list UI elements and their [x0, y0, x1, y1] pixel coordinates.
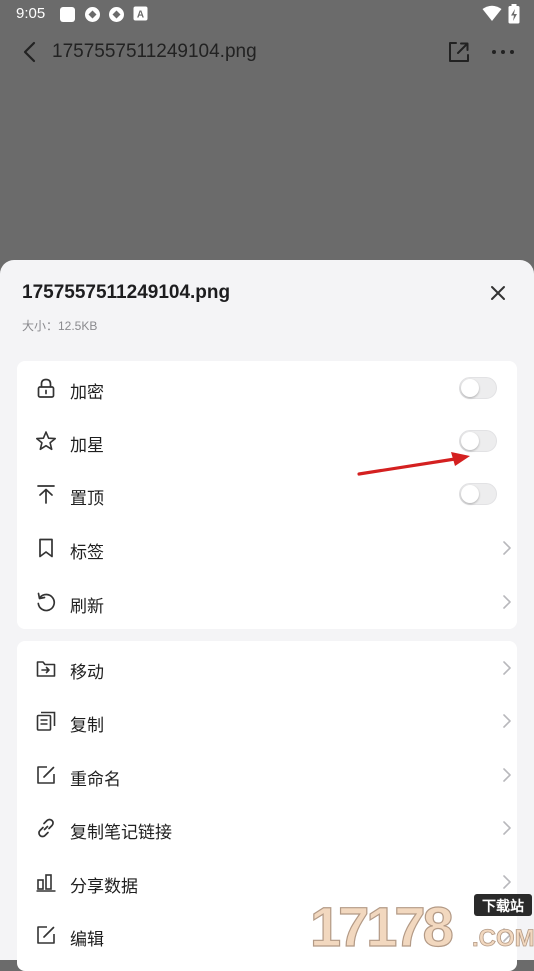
top-app-bar: 1757557511249104.png — [0, 28, 534, 76]
rename-icon — [37, 766, 55, 784]
chevron-right-icon — [503, 541, 511, 555]
chevron-right-icon — [503, 714, 511, 728]
file-options-sheet: 1757557511249104.png 大小：12.5KB 加密 加星 置顶 … — [0, 260, 534, 971]
notification-badge-icon: A — [133, 6, 148, 21]
chevron-right-icon — [503, 661, 511, 675]
file-size: 大小：12.5KB — [22, 319, 98, 333]
option-copy[interactable]: 复制 — [17, 694, 517, 747]
option-label: 编辑 — [70, 930, 104, 949]
sync-icon — [109, 7, 124, 22]
file-title: 1757557511249104.png — [52, 41, 257, 62]
annotation-arrow-icon — [357, 452, 470, 476]
toggle-knob — [461, 485, 479, 503]
star-icon — [36, 431, 56, 451]
watermark-number: 17178 — [310, 895, 453, 950]
option-label: 加星 — [70, 436, 104, 455]
lock-icon — [37, 378, 55, 398]
option-label: 复制笔记链接 — [70, 823, 172, 842]
pin-top-icon — [37, 485, 55, 504]
edit-share-button[interactable] — [446, 39, 472, 65]
wifi-icon — [482, 5, 502, 21]
app-notification-icon — [60, 7, 75, 22]
option-label: 重命名 — [70, 770, 121, 789]
option-refresh[interactable]: 刷新 — [17, 575, 517, 628]
link-icon — [38, 818, 54, 838]
notification-badge-label: A — [137, 10, 144, 21]
copy-icon — [36, 711, 56, 731]
bookmark-icon — [39, 538, 53, 558]
option-label: 分享数据 — [70, 877, 138, 896]
option-move[interactable]: 移动 — [17, 641, 517, 694]
chevron-right-icon — [503, 595, 511, 609]
site-watermark: 17178 下载站 .COM — [310, 894, 534, 950]
status-time: 9:05 — [16, 5, 46, 22]
option-label: 标签 — [70, 543, 104, 562]
option-label: 置顶 — [70, 489, 104, 508]
option-label: 移动 — [70, 663, 104, 682]
pin-top-toggle[interactable] — [459, 483, 497, 505]
watermark-suffix: .COM — [472, 925, 534, 950]
option-label: 加密 — [70, 383, 104, 402]
option-rename[interactable]: 重命名 — [17, 748, 517, 801]
watermark-badge: 下载站 — [482, 898, 524, 915]
sheet-title: 1757557511249104.png — [22, 282, 231, 303]
move-icon — [36, 661, 56, 677]
option-label: 复制 — [70, 716, 104, 735]
edit-icon — [37, 926, 55, 944]
option-tags[interactable]: 标签 — [17, 521, 517, 574]
status-bar: 9:05 A — [0, 0, 534, 28]
chevron-right-icon — [503, 821, 511, 835]
chart-icon — [36, 874, 56, 892]
toggle-knob — [461, 379, 479, 397]
more-button[interactable] — [490, 40, 516, 64]
refresh-icon — [37, 592, 56, 612]
option-copy-note-link[interactable]: 复制笔记链接 — [17, 801, 517, 854]
battery-charging-icon — [508, 4, 520, 24]
chevron-right-icon — [503, 768, 511, 782]
sync-icon — [85, 7, 100, 22]
encrypt-toggle[interactable] — [459, 377, 497, 399]
option-encrypt[interactable]: 加密 — [17, 361, 517, 414]
close-button[interactable] — [486, 281, 510, 305]
option-label: 刷新 — [70, 597, 104, 616]
back-button[interactable] — [18, 38, 44, 66]
options-card-primary: 加密 加星 置顶 标签 刷新 — [17, 361, 517, 629]
